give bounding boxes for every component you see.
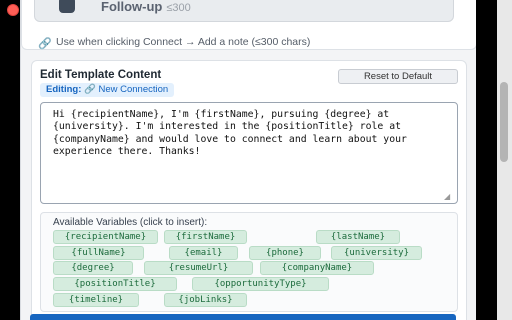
template-list-card: Follow-up ≤300 🔗 Use when clicking Connec…: [21, 0, 476, 50]
variable-chip-first-name[interactable]: {firstName}: [164, 230, 247, 244]
edit-template-card: Edit Template Content Reset to Default E…: [31, 60, 467, 320]
variable-chip-last-name[interactable]: {lastName}: [316, 230, 400, 244]
variable-chip-timeline[interactable]: {timeline}: [53, 293, 139, 307]
edit-template-heading: Edit Template Content: [40, 69, 162, 81]
editing-badge: Editing: 🔗 New Connection: [40, 83, 175, 97]
variables-panel: Available Variables (click to insert): {…: [40, 212, 458, 312]
save-template-button[interactable]: [30, 314, 456, 320]
variable-chip-phone[interactable]: {phone}: [249, 246, 321, 260]
usage-hint: Use when clicking Connect → Add a note (…: [56, 36, 311, 48]
variable-chip-company-name[interactable]: {companyName}: [260, 261, 374, 275]
template-item-follow-up[interactable]: Follow-up ≤300: [34, 0, 454, 22]
variable-chip-degree[interactable]: {degree}: [53, 261, 133, 275]
resize-grip-icon[interactable]: ◢: [444, 192, 454, 202]
variable-chip-resume-url[interactable]: {resumeUrl}: [144, 261, 253, 275]
variables-label: Available Variables (click to insert):: [53, 217, 208, 228]
variable-chip-university[interactable]: {university}: [331, 246, 422, 260]
template-item-title: Follow-up ≤300: [101, 0, 191, 14]
reset-to-default-button[interactable]: Reset to Default: [338, 69, 458, 84]
template-icon: [59, 0, 75, 13]
variable-chip-recipient-name[interactable]: {recipientName}: [53, 230, 158, 244]
editing-prefix: Editing:: [46, 84, 82, 95]
link-icon: 🔗: [38, 38, 52, 50]
template-content-textarea[interactable]: Hi {recipientName}, I'm {firstName}, pur…: [40, 102, 458, 204]
template-title-text: Follow-up: [101, 0, 163, 14]
template-char-limit: ≤300: [166, 2, 191, 14]
extension-popup: Follow-up ≤300 🔗 Use when clicking Connec…: [20, 0, 476, 320]
variable-chip-opportunity-type[interactable]: {opportunityType}: [192, 277, 329, 291]
editing-template-name: 🔗 New Connection: [84, 84, 169, 95]
close-icon[interactable]: [7, 4, 19, 16]
variable-chip-full-name[interactable]: {fullName}: [53, 246, 144, 260]
scrollbar-thumb[interactable]: [500, 82, 508, 162]
variable-chip-position-title[interactable]: {positionTitle}: [53, 277, 177, 291]
variable-chip-email[interactable]: {email}: [169, 246, 238, 260]
variable-chip-job-links[interactable]: {jobLinks}: [164, 293, 247, 307]
